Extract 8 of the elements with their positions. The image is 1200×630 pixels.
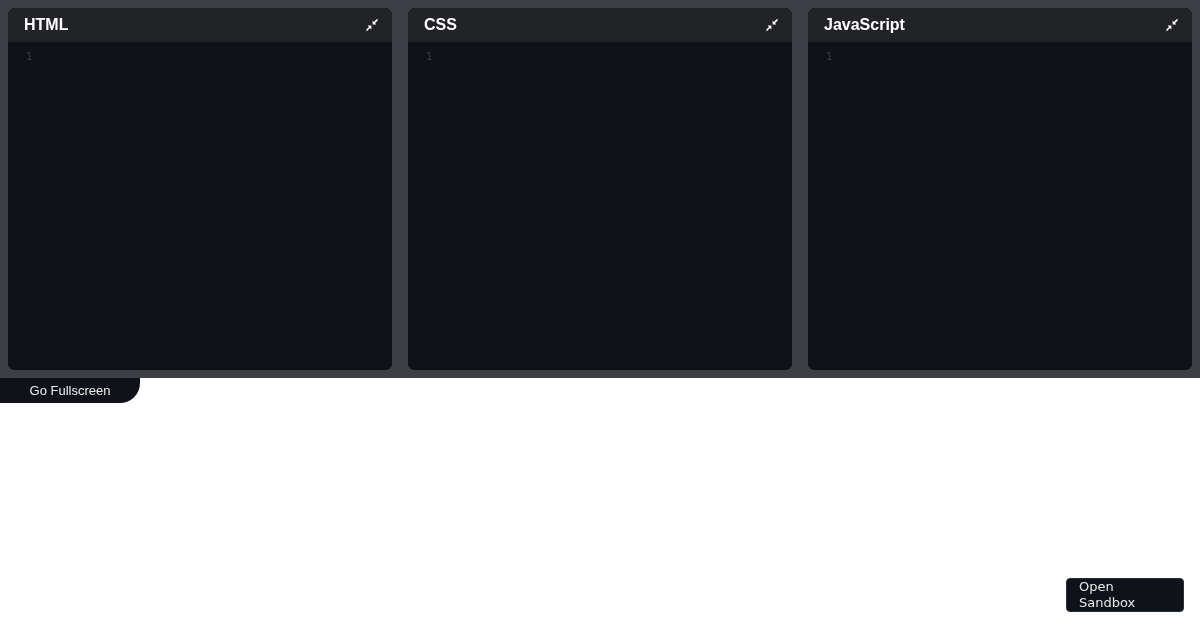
open-sandbox-button[interactable]: Open Sandbox [1066, 578, 1184, 612]
editor-title: HTML [24, 15, 69, 35]
editor-title: JavaScript [824, 15, 905, 35]
fullscreen-button[interactable]: Go Fullscreen [0, 378, 140, 403]
collapse-icon[interactable] [766, 19, 778, 31]
collapse-icon[interactable] [1166, 19, 1178, 31]
collapse-icon[interactable] [366, 19, 378, 31]
editor-title: CSS [424, 15, 457, 35]
